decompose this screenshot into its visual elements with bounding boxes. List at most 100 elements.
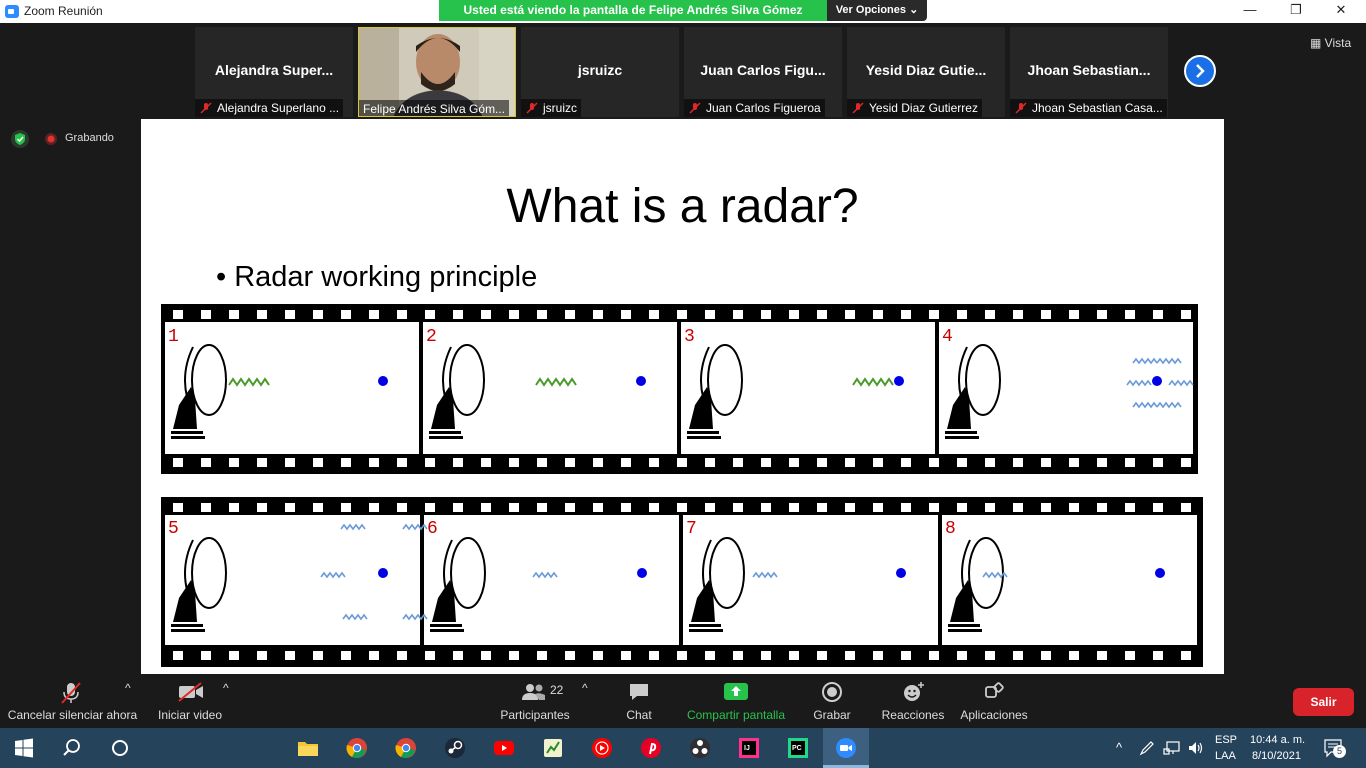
film-perforation	[593, 458, 603, 467]
recording-label: Grabando	[65, 132, 114, 144]
show-hidden-icons-button[interactable]: ^	[1116, 740, 1122, 755]
film-perforation	[1153, 458, 1163, 467]
close-button[interactable]: ✕	[1326, 2, 1356, 20]
film-perforation	[425, 503, 435, 512]
film-perforation	[957, 503, 967, 512]
audio-options-caret[interactable]: ^	[122, 675, 138, 728]
film-perforation	[537, 503, 547, 512]
share-screen-button[interactable]: Compartir pantalla	[680, 675, 792, 728]
maximize-button[interactable]: ❐	[1281, 2, 1311, 20]
film-perforation	[901, 503, 911, 512]
network-icon[interactable]	[1163, 740, 1181, 756]
volume-icon[interactable]	[1187, 740, 1205, 756]
film-perforation	[313, 310, 323, 319]
film-perforation	[229, 651, 239, 660]
film-perforation	[257, 651, 267, 660]
film-perforation	[257, 310, 267, 319]
view-button[interactable]: ▦ Vista	[1310, 36, 1351, 50]
keyboard-layout-indicator[interactable]: LAA	[1215, 750, 1236, 762]
frame-number: 1	[168, 327, 179, 347]
pinterest-icon[interactable]	[639, 736, 663, 760]
pycharm-icon[interactable]: PC	[786, 736, 810, 760]
clock-date[interactable]: 8/10/2021	[1252, 750, 1301, 762]
chrome-icon[interactable]	[345, 736, 369, 760]
participant-name: Yesid Diaz Gutie...	[865, 62, 987, 78]
film-perforation	[257, 458, 267, 467]
mic-muted-icon	[852, 102, 864, 114]
participant-tile[interactable]: Jhoan Sebastian... Jhoan Sebastian Casa.…	[1010, 27, 1168, 117]
film-perforation	[1097, 310, 1107, 319]
film-perforation	[985, 503, 995, 512]
film-perforation	[761, 503, 771, 512]
video-options-caret[interactable]: ^	[220, 675, 236, 728]
film-perforation	[929, 651, 939, 660]
antenna-base	[948, 624, 980, 627]
film-perforation	[257, 503, 267, 512]
film-perforation	[341, 310, 351, 319]
reactions-button[interactable]: Reacciones	[877, 675, 949, 728]
film-perforation	[1069, 310, 1079, 319]
participant-tile[interactable]: Yesid Diaz Gutie... Yesid Diaz Gutierrez	[847, 27, 1005, 117]
next-page-button[interactable]	[1184, 55, 1216, 87]
leave-meeting-button[interactable]: Salir	[1293, 688, 1354, 716]
film-perforation	[1041, 503, 1051, 512]
film-perforation	[397, 651, 407, 660]
mic-muted-icon	[689, 102, 701, 114]
zoom-taskbar-item[interactable]	[823, 728, 869, 768]
film-perforation	[873, 310, 883, 319]
minimize-button[interactable]: —	[1235, 2, 1265, 20]
unmute-button[interactable]: Cancelar silenciar ahora	[5, 675, 140, 728]
antenna-base	[429, 436, 463, 439]
cortana-icon[interactable]	[108, 736, 132, 760]
intellij-icon[interactable]: IJ	[737, 736, 761, 760]
apps-button[interactable]: Aplicaciones	[956, 675, 1032, 728]
film-perforation	[733, 503, 743, 512]
recording-indicator: Grabando	[8, 128, 128, 150]
pen-icon[interactable]	[1139, 740, 1155, 756]
chat-icon	[630, 684, 648, 700]
film-perforation	[677, 503, 687, 512]
participant-tile[interactable]: Juan Carlos Figu... Juan Carlos Figueroa	[684, 27, 842, 117]
participant-label: Jhoan Sebastian Casa...	[1010, 99, 1167, 117]
clock-time[interactable]: 10:44 a. m.	[1250, 734, 1305, 746]
film-perforation	[845, 651, 855, 660]
record-button[interactable]: Grabar	[802, 675, 862, 728]
film-perforation	[1041, 651, 1051, 660]
participants-button[interactable]: 22 Participantes	[495, 675, 575, 728]
participant-tile-video[interactable]: Felipe Andrés Silva Góm...	[358, 27, 516, 117]
antenna-base	[945, 436, 979, 439]
youtube-icon[interactable]	[492, 736, 516, 760]
film-perforation	[425, 458, 435, 467]
film-perforation	[705, 503, 715, 512]
file-explorer-icon[interactable]	[296, 736, 320, 760]
film-perforation	[677, 310, 687, 319]
participant-tile[interactable]: jsruizc jsruizc	[521, 27, 679, 117]
film-perforation	[761, 458, 771, 467]
steam-icon[interactable]	[443, 736, 467, 760]
participant-tile[interactable]: Alejandra Super... Alejandra Superlano .…	[195, 27, 353, 117]
film-perforation	[453, 503, 463, 512]
film-perforation	[1097, 503, 1107, 512]
film-perforation	[761, 651, 771, 660]
film-perforation	[1013, 310, 1023, 319]
antenna-base	[430, 624, 462, 627]
language-indicator[interactable]: ESP	[1215, 734, 1237, 746]
windows-start-icon[interactable]	[12, 736, 36, 760]
start-video-button[interactable]: Iniciar video	[150, 675, 230, 728]
chrome-profile-icon[interactable]	[394, 736, 418, 760]
participants-icon	[522, 684, 545, 700]
target-dot	[378, 568, 388, 578]
obs-icon[interactable]	[688, 736, 712, 760]
youtube-music-icon[interactable]	[590, 736, 614, 760]
search-icon[interactable]	[60, 736, 84, 760]
antenna-dish	[709, 537, 745, 609]
film-perforation	[1069, 503, 1079, 512]
svg-text:PC: PC	[792, 745, 802, 752]
chat-button[interactable]: Chat	[609, 675, 669, 728]
participants-options-caret[interactable]: ^	[579, 675, 595, 728]
target-dot	[637, 568, 647, 578]
sheets-app-icon[interactable]	[541, 736, 565, 760]
film-perforation	[817, 503, 827, 512]
view-options-button[interactable]: Ver Opciones ⌄	[827, 0, 927, 21]
mic-muted-icon	[526, 102, 538, 114]
